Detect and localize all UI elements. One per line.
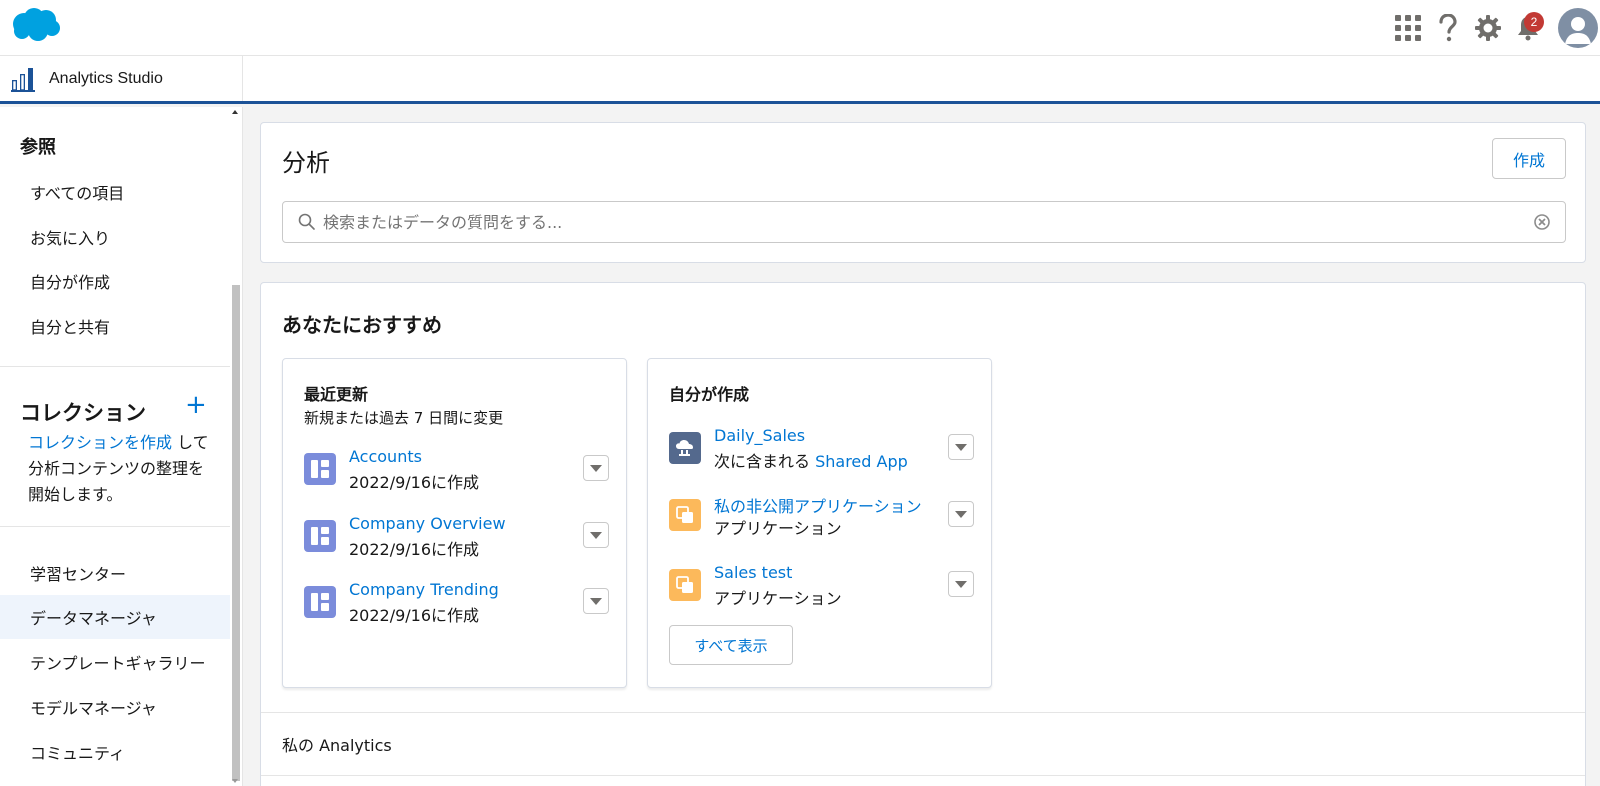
sidebar-item-community[interactable]: コミュニティ: [0, 730, 230, 774]
asset-created-date: 2022/9/16に作成: [349, 473, 480, 492]
my-analytics-section[interactable]: 私の Analytics: [261, 712, 1585, 776]
create-collection-link[interactable]: コレクションを作成: [28, 433, 172, 452]
scroll-down-arrow-icon[interactable]: [232, 779, 238, 783]
search-box: [282, 201, 1566, 243]
search-input[interactable]: [323, 202, 1513, 242]
page-title: 分析: [282, 149, 330, 177]
asset-location-prefix: 次に含まれる: [714, 452, 816, 471]
dataflow-icon: [669, 432, 701, 464]
bell-icon[interactable]: 2: [1508, 8, 1548, 48]
notification-badge: 2: [1524, 12, 1544, 32]
sidebar-item-all-items[interactable]: すべての項目: [0, 170, 230, 214]
sidebar-item-label: モデルマネージャ: [30, 699, 157, 718]
collections-help-text: コレクションを作成 して分析コンテンツの整理を開始します。: [28, 430, 210, 508]
shared-app-link[interactable]: Shared App: [815, 452, 908, 471]
app-icon: [669, 569, 701, 601]
recently-updated-title: 最近更新: [304, 385, 369, 404]
sidebar-item-label: お気に入り: [30, 229, 111, 248]
recently-updated-subtitle: 新規または過去 7 日間に変更: [304, 409, 504, 427]
list-item: Accounts 2022/9/16に作成: [304, 447, 609, 495]
gear-icon[interactable]: [1468, 8, 1508, 48]
chevron-down-icon: [590, 597, 602, 605]
sidebar-item-learning-center[interactable]: 学習センター: [0, 551, 230, 595]
chevron-down-icon: [590, 531, 602, 539]
salesforce-logo-icon[interactable]: [8, 4, 64, 44]
item-menu-button[interactable]: [583, 588, 609, 614]
item-menu-button[interactable]: [948, 501, 974, 527]
app-icon: [669, 499, 701, 531]
list-item: Company Trending 2022/9/16に作成: [304, 580, 609, 628]
sidebar-item-label: データマネージャ: [30, 609, 157, 628]
sidebar-divider: [0, 366, 230, 367]
asset-created-date: 2022/9/16に作成: [349, 540, 480, 559]
asset-link[interactable]: 私の非公開アプリケーション: [714, 493, 922, 517]
clear-search-icon[interactable]: [1533, 213, 1551, 235]
user-avatar-icon[interactable]: [1558, 8, 1598, 48]
recommendations-card: あなたにおすすめ 最近更新 新規または過去 7 日間に変更 Accounts 2…: [260, 282, 1586, 786]
dashboard-icon: [304, 453, 336, 485]
chevron-down-icon: [590, 464, 602, 472]
search-icon: [298, 213, 316, 235]
asset-type: アプリケーション: [714, 589, 842, 608]
dashboard-icon: [304, 586, 336, 618]
asset-type: アプリケーション: [714, 519, 842, 538]
bar-chart-icon: [11, 67, 35, 92]
add-collection-button[interactable]: +: [185, 391, 207, 419]
analytics-search-card: 分析 作成: [260, 122, 1586, 263]
app-title: Analytics Studio: [49, 69, 163, 87]
sidebar-item-created-by-me[interactable]: 自分が作成: [0, 259, 230, 303]
item-menu-button[interactable]: [583, 522, 609, 548]
list-item: Company Overview 2022/9/16に作成: [304, 514, 609, 562]
app-launcher-icon[interactable]: [1388, 8, 1428, 48]
item-menu-button[interactable]: [583, 455, 609, 481]
collections-heading: コレクション: [20, 401, 146, 425]
asset-created-date: 2022/9/16に作成: [349, 606, 480, 625]
recently-updated-card: 最近更新 新規または過去 7 日間に変更 Accounts 2022/9/16に…: [282, 358, 627, 688]
asset-link[interactable]: Company Trending: [349, 580, 499, 599]
app-navigation-bar: Analytics Studio: [0, 56, 1600, 104]
sidebar-item-label: テンプレートギャラリー: [30, 654, 206, 673]
sidebar-scrollbar[interactable]: [230, 107, 243, 786]
asset-link[interactable]: Accounts: [349, 447, 422, 466]
create-button[interactable]: 作成: [1492, 138, 1566, 179]
item-menu-button[interactable]: [948, 571, 974, 597]
asset-link[interactable]: Sales test: [714, 563, 792, 582]
list-item: Sales test アプリケーション: [669, 563, 974, 611]
view-all-button[interactable]: すべて表示: [669, 625, 793, 665]
sidebar-item-label: 自分が作成: [30, 273, 111, 292]
sidebar: 参照 すべての項目 お気に入り 自分が作成 自分と共有 コレクション + コレク…: [0, 107, 230, 786]
sidebar-item-data-manager[interactable]: データマネージャ: [0, 595, 230, 639]
sidebar-divider: [0, 526, 230, 527]
asset-link[interactable]: Company Overview: [349, 514, 506, 533]
sidebar-item-model-manager[interactable]: モデルマネージャ: [0, 685, 230, 729]
sidebar-item-label: すべての項目: [30, 184, 125, 203]
chevron-down-icon: [955, 580, 967, 588]
sidebar-item-favorites[interactable]: お気に入り: [0, 215, 230, 259]
sidebar-item-label: コミュニティ: [30, 744, 126, 763]
chevron-down-icon: [955, 510, 967, 518]
sidebar-item-shared-with-me[interactable]: 自分と共有: [0, 304, 230, 348]
asset-link[interactable]: Daily_Sales: [714, 426, 805, 445]
app-name-area: Analytics Studio: [0, 56, 243, 101]
header-actions: 2: [1388, 0, 1600, 56]
chevron-down-icon: [955, 443, 967, 451]
asset-location: 次に含まれる Shared App: [714, 448, 908, 472]
sidebar-item-label: 自分と共有: [30, 318, 111, 337]
dashboard-icon: [304, 520, 336, 552]
scroll-up-arrow-icon[interactable]: [232, 110, 238, 114]
recommendations-heading: あなたにおすすめ: [282, 313, 442, 337]
created-by-me-title: 自分が作成: [669, 385, 750, 404]
scrollbar-thumb[interactable]: [232, 285, 240, 781]
list-item: 私の非公開アプリケーション アプリケーション: [669, 493, 974, 541]
list-item: Daily_Sales 次に含まれる Shared App: [669, 426, 974, 474]
global-header: 2: [0, 0, 1600, 56]
sidebar-item-template-gallery[interactable]: テンプレートギャラリー: [0, 640, 230, 684]
sidebar-item-label: 学習センター: [30, 565, 127, 584]
question-icon[interactable]: [1428, 8, 1468, 48]
created-by-me-card: 自分が作成 Daily_Sales 次に含まれる Shared App 私の非公…: [647, 358, 992, 688]
item-menu-button[interactable]: [948, 434, 974, 460]
browse-heading: 参照: [20, 137, 56, 158]
